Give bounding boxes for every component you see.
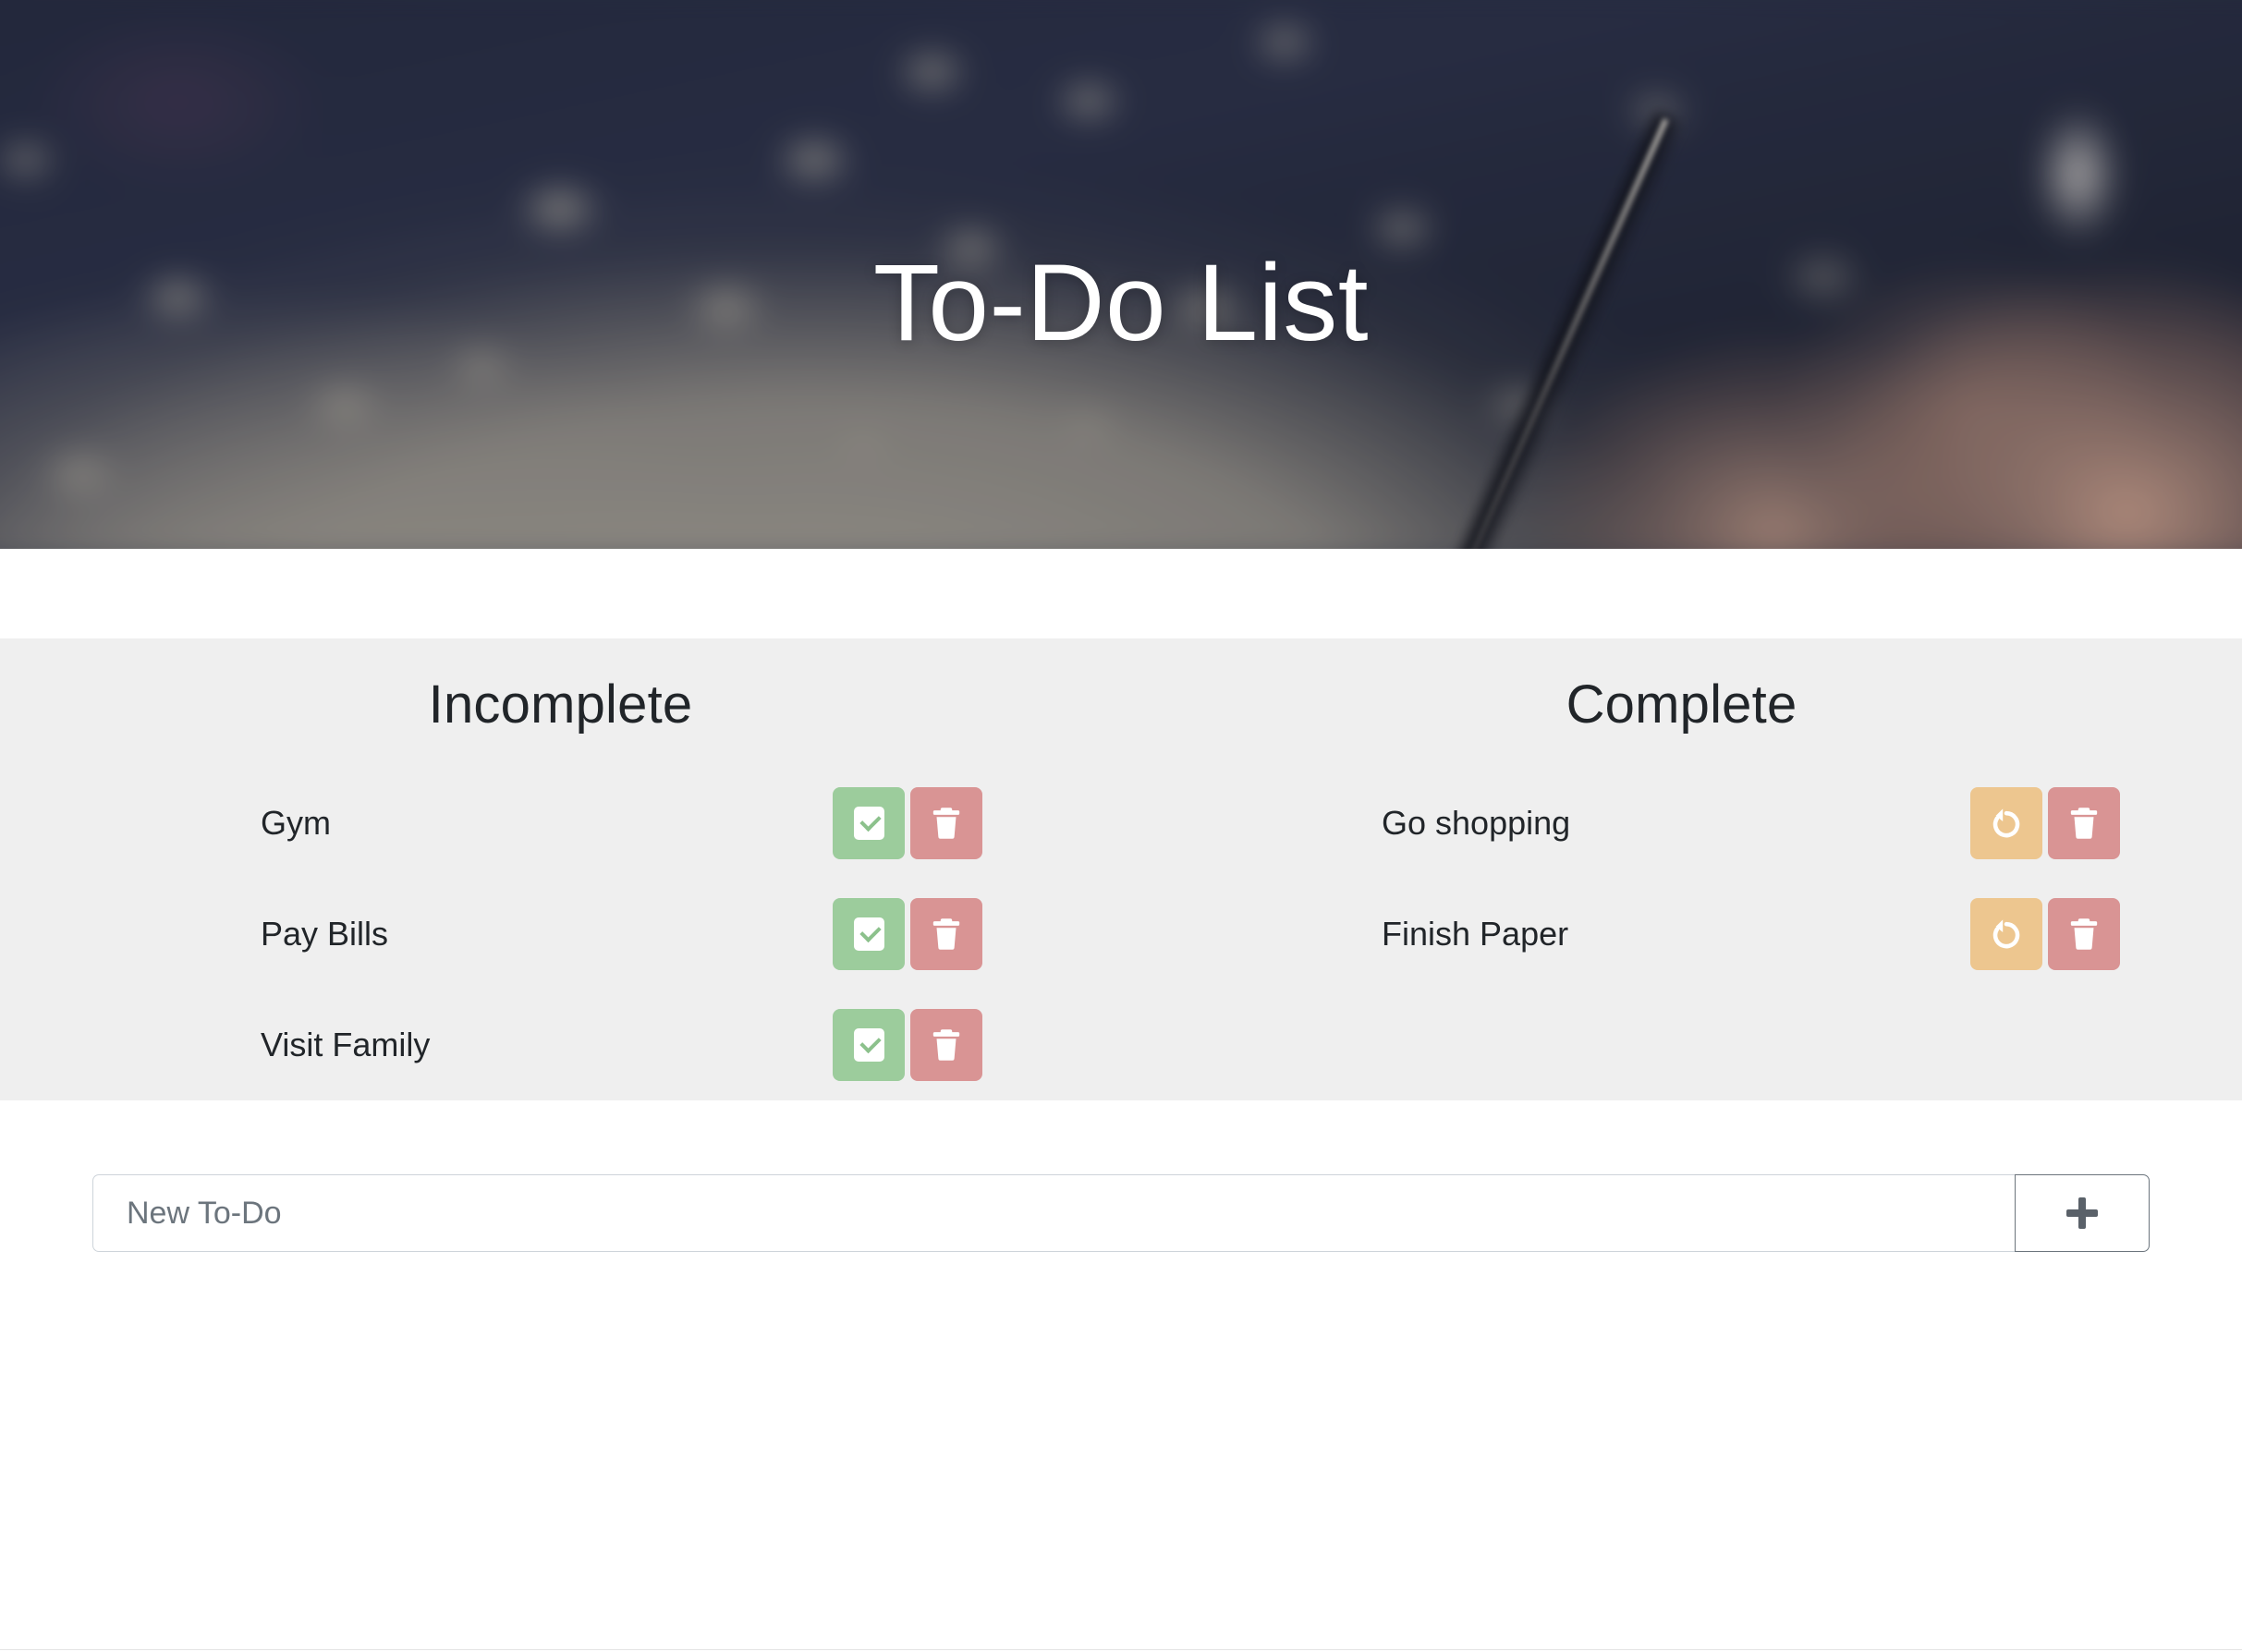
list-item: Pay Bills	[0, 879, 1121, 990]
list-item: Go shopping	[1121, 768, 2242, 879]
delete-button[interactable]	[910, 898, 982, 970]
complete-button[interactable]	[833, 1009, 905, 1081]
complete-button[interactable]	[833, 787, 905, 859]
new-todo-input[interactable]	[92, 1174, 2015, 1252]
undo-arrow-icon	[1992, 808, 2020, 838]
list-item: Visit Family	[0, 990, 1121, 1100]
delete-button[interactable]	[2048, 787, 2120, 859]
undo-button[interactable]	[1970, 898, 2042, 970]
todo-label: Pay Bills	[261, 915, 389, 953]
check-square-icon	[853, 917, 884, 951]
item-action-group	[833, 1009, 982, 1081]
delete-button[interactable]	[910, 787, 982, 859]
incomplete-item-list: Gym Pay Bills Visit Family	[0, 768, 1121, 1100]
item-action-group	[833, 898, 982, 970]
trash-icon	[2070, 918, 2098, 950]
hero-header: To-Do List	[0, 0, 2242, 549]
trash-icon	[932, 1029, 960, 1061]
todo-label: Finish Paper	[1382, 915, 1569, 953]
item-action-group	[1970, 787, 2120, 859]
check-square-icon	[853, 1028, 884, 1062]
undo-arrow-icon	[1992, 919, 2020, 949]
todo-label: Go shopping	[1382, 804, 1571, 842]
column-heading-complete: Complete	[1566, 674, 1797, 735]
complete-item-list: Go shopping Finish Paper	[1121, 768, 2242, 990]
trash-icon	[932, 808, 960, 839]
todo-label: Visit Family	[261, 1026, 431, 1063]
add-todo-section	[0, 1100, 2242, 1252]
plus-icon	[2066, 1197, 2098, 1229]
trash-icon	[932, 918, 960, 950]
delete-button[interactable]	[2048, 898, 2120, 970]
todo-label: Gym	[261, 804, 331, 842]
delete-button[interactable]	[910, 1009, 982, 1081]
page-title: To-Do List	[872, 242, 1370, 365]
column-heading-incomplete: Incomplete	[428, 674, 693, 735]
check-square-icon	[853, 807, 884, 840]
item-action-group	[1970, 898, 2120, 970]
page-bottom-divider	[0, 1649, 2242, 1650]
todo-columns: Incomplete Gym Pay Bills Visit Family Co…	[0, 638, 2242, 1100]
column-incomplete: Incomplete Gym Pay Bills Visit Family	[0, 638, 1121, 1100]
list-item: Finish Paper	[1121, 879, 2242, 990]
add-todo-input-group	[92, 1174, 2150, 1252]
undo-button[interactable]	[1970, 787, 2042, 859]
todo-lists-panel: Incomplete Gym Pay Bills Visit Family Co…	[0, 638, 2242, 1100]
trash-icon	[2070, 808, 2098, 839]
add-todo-button[interactable]	[2015, 1174, 2150, 1252]
item-action-group	[833, 787, 982, 859]
hero-panel-spacer	[0, 549, 2242, 638]
column-complete: Complete Go shopping Finish Paper	[1121, 638, 2242, 1100]
list-item: Gym	[0, 768, 1121, 879]
complete-button[interactable]	[833, 898, 905, 970]
